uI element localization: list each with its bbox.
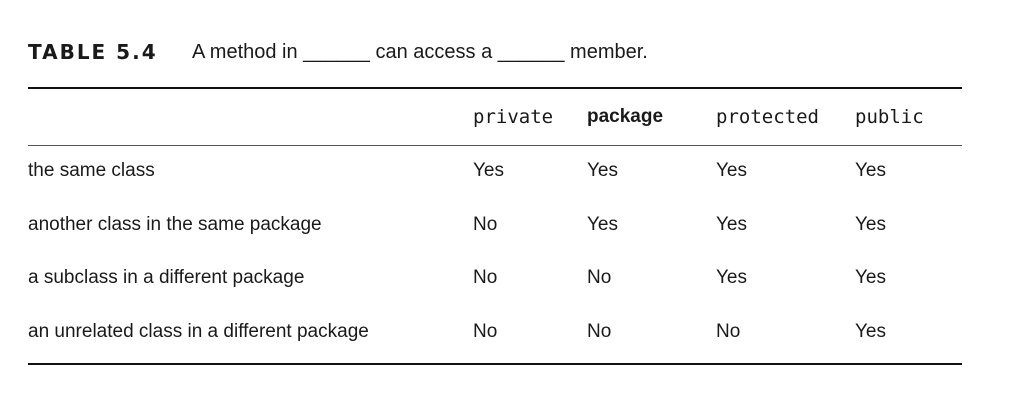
table-bottom-rule <box>28 363 962 365</box>
table-cell: Yes <box>587 160 618 181</box>
table-cell: Yes <box>716 267 747 288</box>
table-cell: Yes <box>855 160 886 181</box>
column-header-private: private <box>473 106 554 128</box>
table-cell: Yes <box>716 160 747 181</box>
table-cell: Yes <box>716 214 747 235</box>
table-number: TABLE 5.4 <box>28 40 158 64</box>
table-cell: Yes <box>855 321 886 342</box>
table-top-rule <box>28 87 962 89</box>
row-label: an unrelated class in a different packag… <box>28 321 369 342</box>
table-cell: Yes <box>855 267 886 288</box>
table-cell: No <box>716 321 741 342</box>
table-cell: Yes <box>587 214 618 235</box>
table-cell: No <box>473 267 498 288</box>
column-header-protected: protected <box>716 106 819 128</box>
row-label: the same class <box>28 160 155 181</box>
table-cell: No <box>473 214 498 235</box>
table-title: A method in ______ can access a ______ m… <box>192 41 648 63</box>
table-cell: No <box>473 321 498 342</box>
table-header-rule <box>28 145 962 146</box>
column-header-public: public <box>855 106 924 128</box>
row-label: another class in the same package <box>28 214 322 235</box>
table-cell: No <box>587 321 612 342</box>
row-label: a subclass in a different package <box>28 267 305 288</box>
table-cell: Yes <box>855 214 886 235</box>
table-cell: Yes <box>473 160 504 181</box>
table-cell: No <box>587 267 612 288</box>
column-header-package: package <box>587 106 664 127</box>
